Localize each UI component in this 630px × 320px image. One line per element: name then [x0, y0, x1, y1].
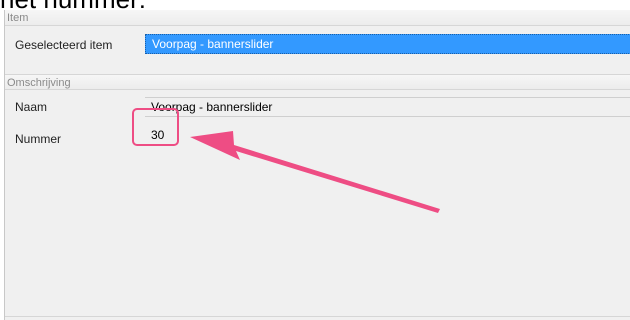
- selected-item-field[interactable]: Voorpag - bannerslider: [145, 34, 630, 54]
- naam-label: Naam: [15, 100, 48, 114]
- nummer-label: Nummer: [15, 132, 62, 146]
- section-header-omschrijving: Omschrijving: [5, 74, 630, 90]
- panel-bottom-divider: [5, 316, 630, 317]
- property-panel: Item Geselecteerd item Voorpag - banners…: [4, 10, 630, 320]
- section-header-item: Item: [5, 10, 630, 26]
- highlight-annotation-box: [132, 108, 179, 146]
- naam-field[interactable]: Voorpag - bannerslider: [145, 97, 630, 117]
- selected-item-label: Geselecteerd item: [15, 38, 113, 52]
- screenshot-page: het nummer: Item Geselecteerd item Voorp…: [0, 0, 630, 320]
